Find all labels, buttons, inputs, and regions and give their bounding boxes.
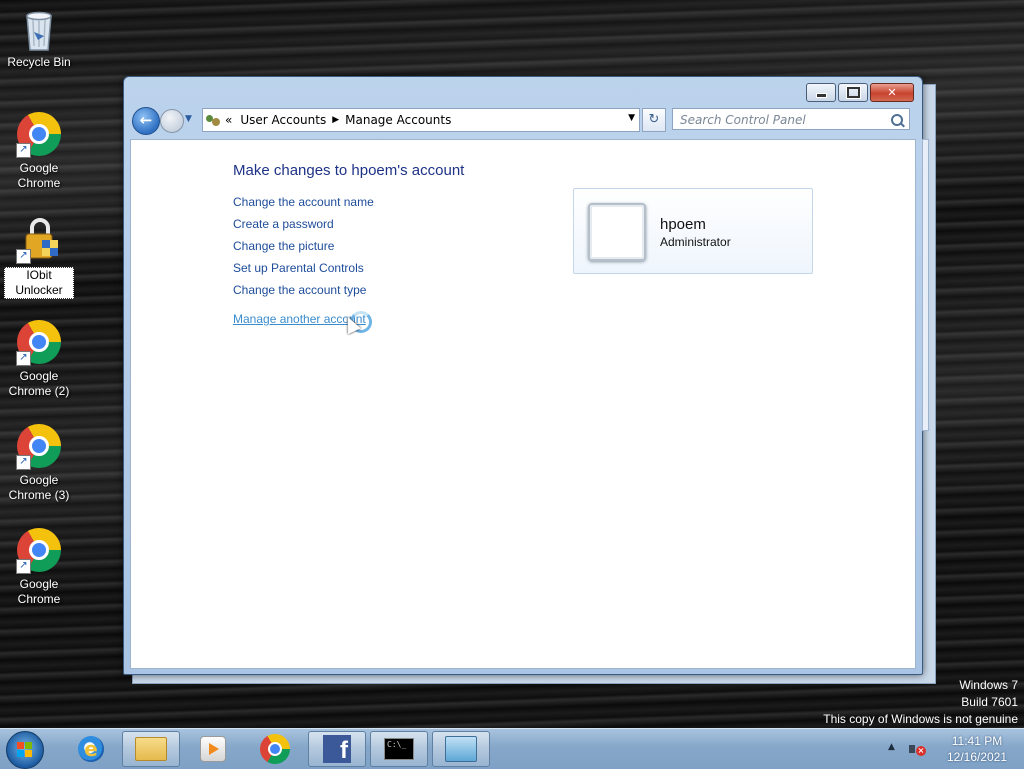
media-player-icon xyxy=(200,736,226,762)
account-card: hpoem Administrator xyxy=(573,188,813,274)
change-account-type-link[interactable]: Change the account type xyxy=(233,283,374,305)
change-picture-link[interactable]: Change the picture xyxy=(233,239,374,261)
user-accounts-icon xyxy=(205,113,221,127)
facebook-icon: f xyxy=(323,735,351,764)
command-prompt-icon: C:\_ xyxy=(384,738,414,760)
shortcut-arrow-icon: ↗ xyxy=(16,455,31,470)
watermark-line: This copy of Windows is not genuine xyxy=(823,712,1018,726)
forward-button[interactable] xyxy=(160,109,184,133)
search-placeholder: Search Control Panel xyxy=(680,113,806,127)
shortcut-arrow-icon: ↗ xyxy=(16,351,31,366)
desktop-icon-google-chrome-4[interactable]: ↗ Google Chrome xyxy=(4,528,74,607)
search-input[interactable]: Search Control Panel xyxy=(672,108,910,130)
close-icon: ✕ xyxy=(887,86,897,99)
desktop-icon-iobit-unlocker[interactable]: ↗ IObit Unlocker xyxy=(4,218,74,299)
taskbar-internet-explorer[interactable]: e xyxy=(62,731,120,767)
chrome-icon: ↗ xyxy=(16,112,62,158)
account-name: hpoem xyxy=(660,216,706,233)
shortcut-arrow-icon: ↗ xyxy=(16,249,31,264)
windows-watermark: Windows 7 Build 7601 This copy of Window… xyxy=(823,677,1018,728)
chrome-icon: ↗ xyxy=(16,320,62,366)
start-button[interactable] xyxy=(6,731,44,769)
search-icon[interactable] xyxy=(891,114,903,126)
taskbar-windows-explorer[interactable] xyxy=(122,731,180,767)
windows-logo-icon xyxy=(17,742,33,758)
taskbar: e f C:\_ ▲ × 11:41 PM 12/16/2021 xyxy=(0,728,1024,769)
account-role: Administrator xyxy=(660,235,731,249)
internet-explorer-icon: e xyxy=(78,736,104,762)
breadcrumb-manage-accounts[interactable]: Manage Accounts xyxy=(345,113,451,127)
refresh-icon: ↻ xyxy=(648,112,660,127)
avatar xyxy=(588,203,646,261)
back-button[interactable]: ← xyxy=(132,107,160,135)
desktop-icon-label: Google Chrome (3) xyxy=(8,473,70,502)
desktop-icon-label: Google Chrome xyxy=(17,161,61,190)
taskbar-chrome[interactable] xyxy=(246,731,304,767)
control-panel-window: ✕ ← ▼ « User Accounts ▶ Manage Accounts … xyxy=(123,76,929,675)
window-edge xyxy=(922,139,929,431)
desktop-icon-label: IObit Unlocker xyxy=(4,267,74,299)
desktop-icon-google-chrome[interactable]: ↗ Google Chrome xyxy=(4,112,74,191)
shortcut-arrow-icon: ↗ xyxy=(16,143,31,158)
show-hidden-icons-icon[interactable]: ▲ xyxy=(888,742,895,752)
desktop-icon-label: Recycle Bin xyxy=(7,55,71,69)
breadcrumb-separator-icon[interactable]: ▶ xyxy=(332,115,339,125)
recent-pages-dropdown[interactable]: ▼ xyxy=(185,114,192,124)
chrome-icon: ↗ xyxy=(16,528,62,574)
page-title: Make changes to hpoem's account xyxy=(233,162,465,179)
breadcrumb-user-accounts[interactable]: User Accounts xyxy=(240,113,326,127)
maximize-button[interactable] xyxy=(838,83,868,102)
desktop-icon-recycle-bin[interactable]: Recycle Bin xyxy=(4,6,74,70)
desktop-icon-google-chrome-2[interactable]: ↗ Google Chrome (2) xyxy=(4,320,74,399)
clock-date: 12/16/2021 xyxy=(946,750,1008,764)
back-arrow-icon: ← xyxy=(139,111,153,129)
content-pane: Make changes to hpoem's account Change t… xyxy=(130,139,916,669)
clock-time: 11:41 PM xyxy=(951,734,1003,748)
notification-area: ▲ × 11:41 PM 12/16/2021 xyxy=(884,729,1024,769)
close-button[interactable]: ✕ xyxy=(870,83,914,102)
windows-explorer-icon xyxy=(135,737,167,761)
chrome-icon xyxy=(260,734,290,764)
chrome-icon: ↗ xyxy=(16,424,62,470)
watermark-line: Build 7601 xyxy=(961,695,1018,709)
desktop-icon-label: Google Chrome xyxy=(17,577,61,606)
taskbar-media-player[interactable] xyxy=(184,731,242,767)
taskbar-facebook[interactable]: f xyxy=(308,731,366,767)
parental-controls-link[interactable]: Set up Parental Controls xyxy=(233,261,374,283)
breadcrumb-overflow[interactable]: « xyxy=(225,113,232,127)
desktop-icon-label: Google Chrome (2) xyxy=(8,369,70,398)
taskbar-control-panel[interactable] xyxy=(432,731,490,767)
iobit-unlocker-icon: ↗ xyxy=(16,218,62,264)
desktop-icon-google-chrome-3[interactable]: ↗ Google Chrome (3) xyxy=(4,424,74,503)
navigation-bar: ← ▼ « User Accounts ▶ Manage Accounts ▼ … xyxy=(132,107,914,135)
caption-buttons: ✕ xyxy=(806,83,914,102)
shortcut-arrow-icon: ↗ xyxy=(16,559,31,574)
control-panel-icon xyxy=(445,736,477,762)
address-bar[interactable]: « User Accounts ▶ Manage Accounts ▼ xyxy=(202,108,640,132)
recycle-bin-icon xyxy=(16,6,62,52)
clock[interactable]: 11:41 PM 12/16/2021 xyxy=(934,733,1020,765)
taskbar-command-prompt[interactable]: C:\_ xyxy=(370,731,428,767)
change-account-name-link[interactable]: Change the account name xyxy=(233,195,374,217)
create-password-link[interactable]: Create a password xyxy=(233,217,374,239)
minimize-button[interactable] xyxy=(806,83,836,102)
watermark-line: Windows 7 xyxy=(959,678,1018,692)
volume-muted-icon[interactable]: × xyxy=(908,741,926,757)
address-dropdown-icon[interactable]: ▼ xyxy=(628,113,635,123)
refresh-button[interactable]: ↻ xyxy=(642,108,666,132)
